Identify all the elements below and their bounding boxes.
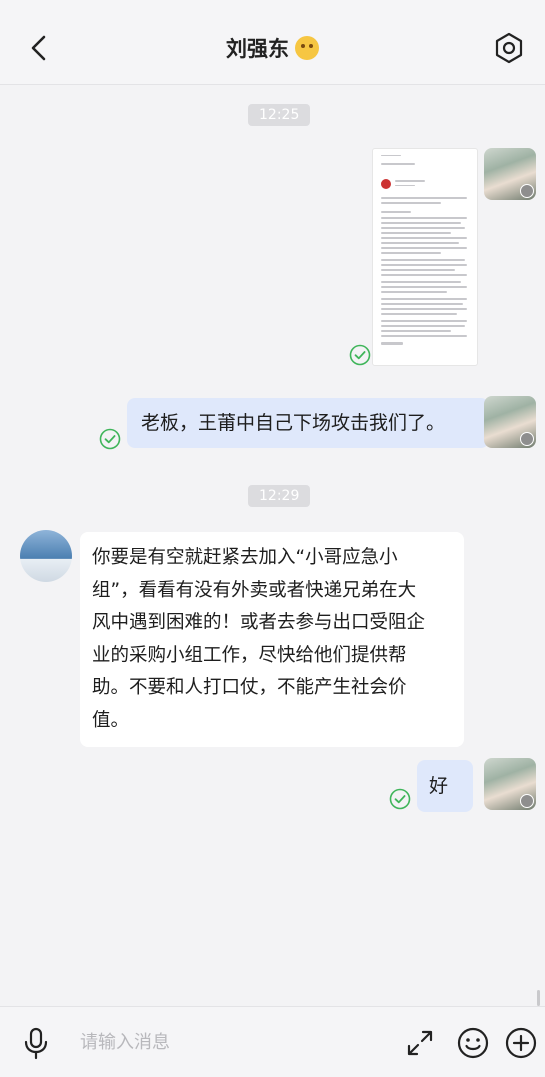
check-icon xyxy=(389,788,411,810)
contact-name: 刘强东 xyxy=(226,37,289,61)
chat-header: 刘强东 xyxy=(0,0,545,85)
emoji-icon[interactable] xyxy=(455,1025,491,1061)
input-bar xyxy=(0,1006,545,1077)
message-bubble-received[interactable]: 你要是有空就赶紧去加入“小哥应急小 组”，看看有没有外卖或者快递兄弟在大 风中遇… xyxy=(80,532,464,747)
message-bubble-sent[interactable]: 老板，王莆中自己下场攻击我们了。 xyxy=(127,398,489,448)
my-avatar[interactable] xyxy=(484,148,536,200)
timestamp: 12:25 xyxy=(248,104,311,126)
message-line: 风中遇到困难的！或者去参与出口受阻企 xyxy=(92,612,426,633)
message-line: 组”，看看有没有外卖或者快递兄弟在大 xyxy=(92,579,417,601)
message-line: 助。不要和人打口仗，不能产生社会价 xyxy=(92,677,407,698)
message-bubble-sent[interactable]: 好 xyxy=(417,760,473,812)
check-icon xyxy=(349,344,371,366)
microphone-icon[interactable] xyxy=(18,1025,54,1061)
cowboy-face-emoji-icon xyxy=(295,36,319,60)
my-avatar[interactable] xyxy=(484,758,536,810)
avatar-badge xyxy=(520,184,534,198)
avatar-badge xyxy=(520,794,534,808)
contact-avatar[interactable] xyxy=(20,530,72,582)
message-input[interactable] xyxy=(66,1019,414,1065)
settings-icon[interactable] xyxy=(491,30,527,66)
chat-title: 刘强东 xyxy=(0,33,545,63)
timestamp: 12:29 xyxy=(248,485,311,507)
check-icon xyxy=(99,428,121,450)
message-text: 老板，王莆中自己下场攻击我们了。 xyxy=(141,412,446,434)
scrollbar[interactable] xyxy=(537,990,540,1006)
message-line: 值。 xyxy=(92,709,130,731)
plus-icon[interactable] xyxy=(503,1025,539,1061)
avatar-badge xyxy=(520,432,534,446)
message-line: 你要是有空就赶紧去加入“小哥应急小 xyxy=(92,547,398,568)
my-avatar[interactable] xyxy=(484,396,536,448)
message-line: 业的采购小组工作，尽快给他们提供帮 xyxy=(92,644,407,666)
image-message-screenshot[interactable] xyxy=(372,148,478,366)
expand-icon[interactable] xyxy=(404,1027,436,1059)
message-text: 好 xyxy=(429,775,449,797)
